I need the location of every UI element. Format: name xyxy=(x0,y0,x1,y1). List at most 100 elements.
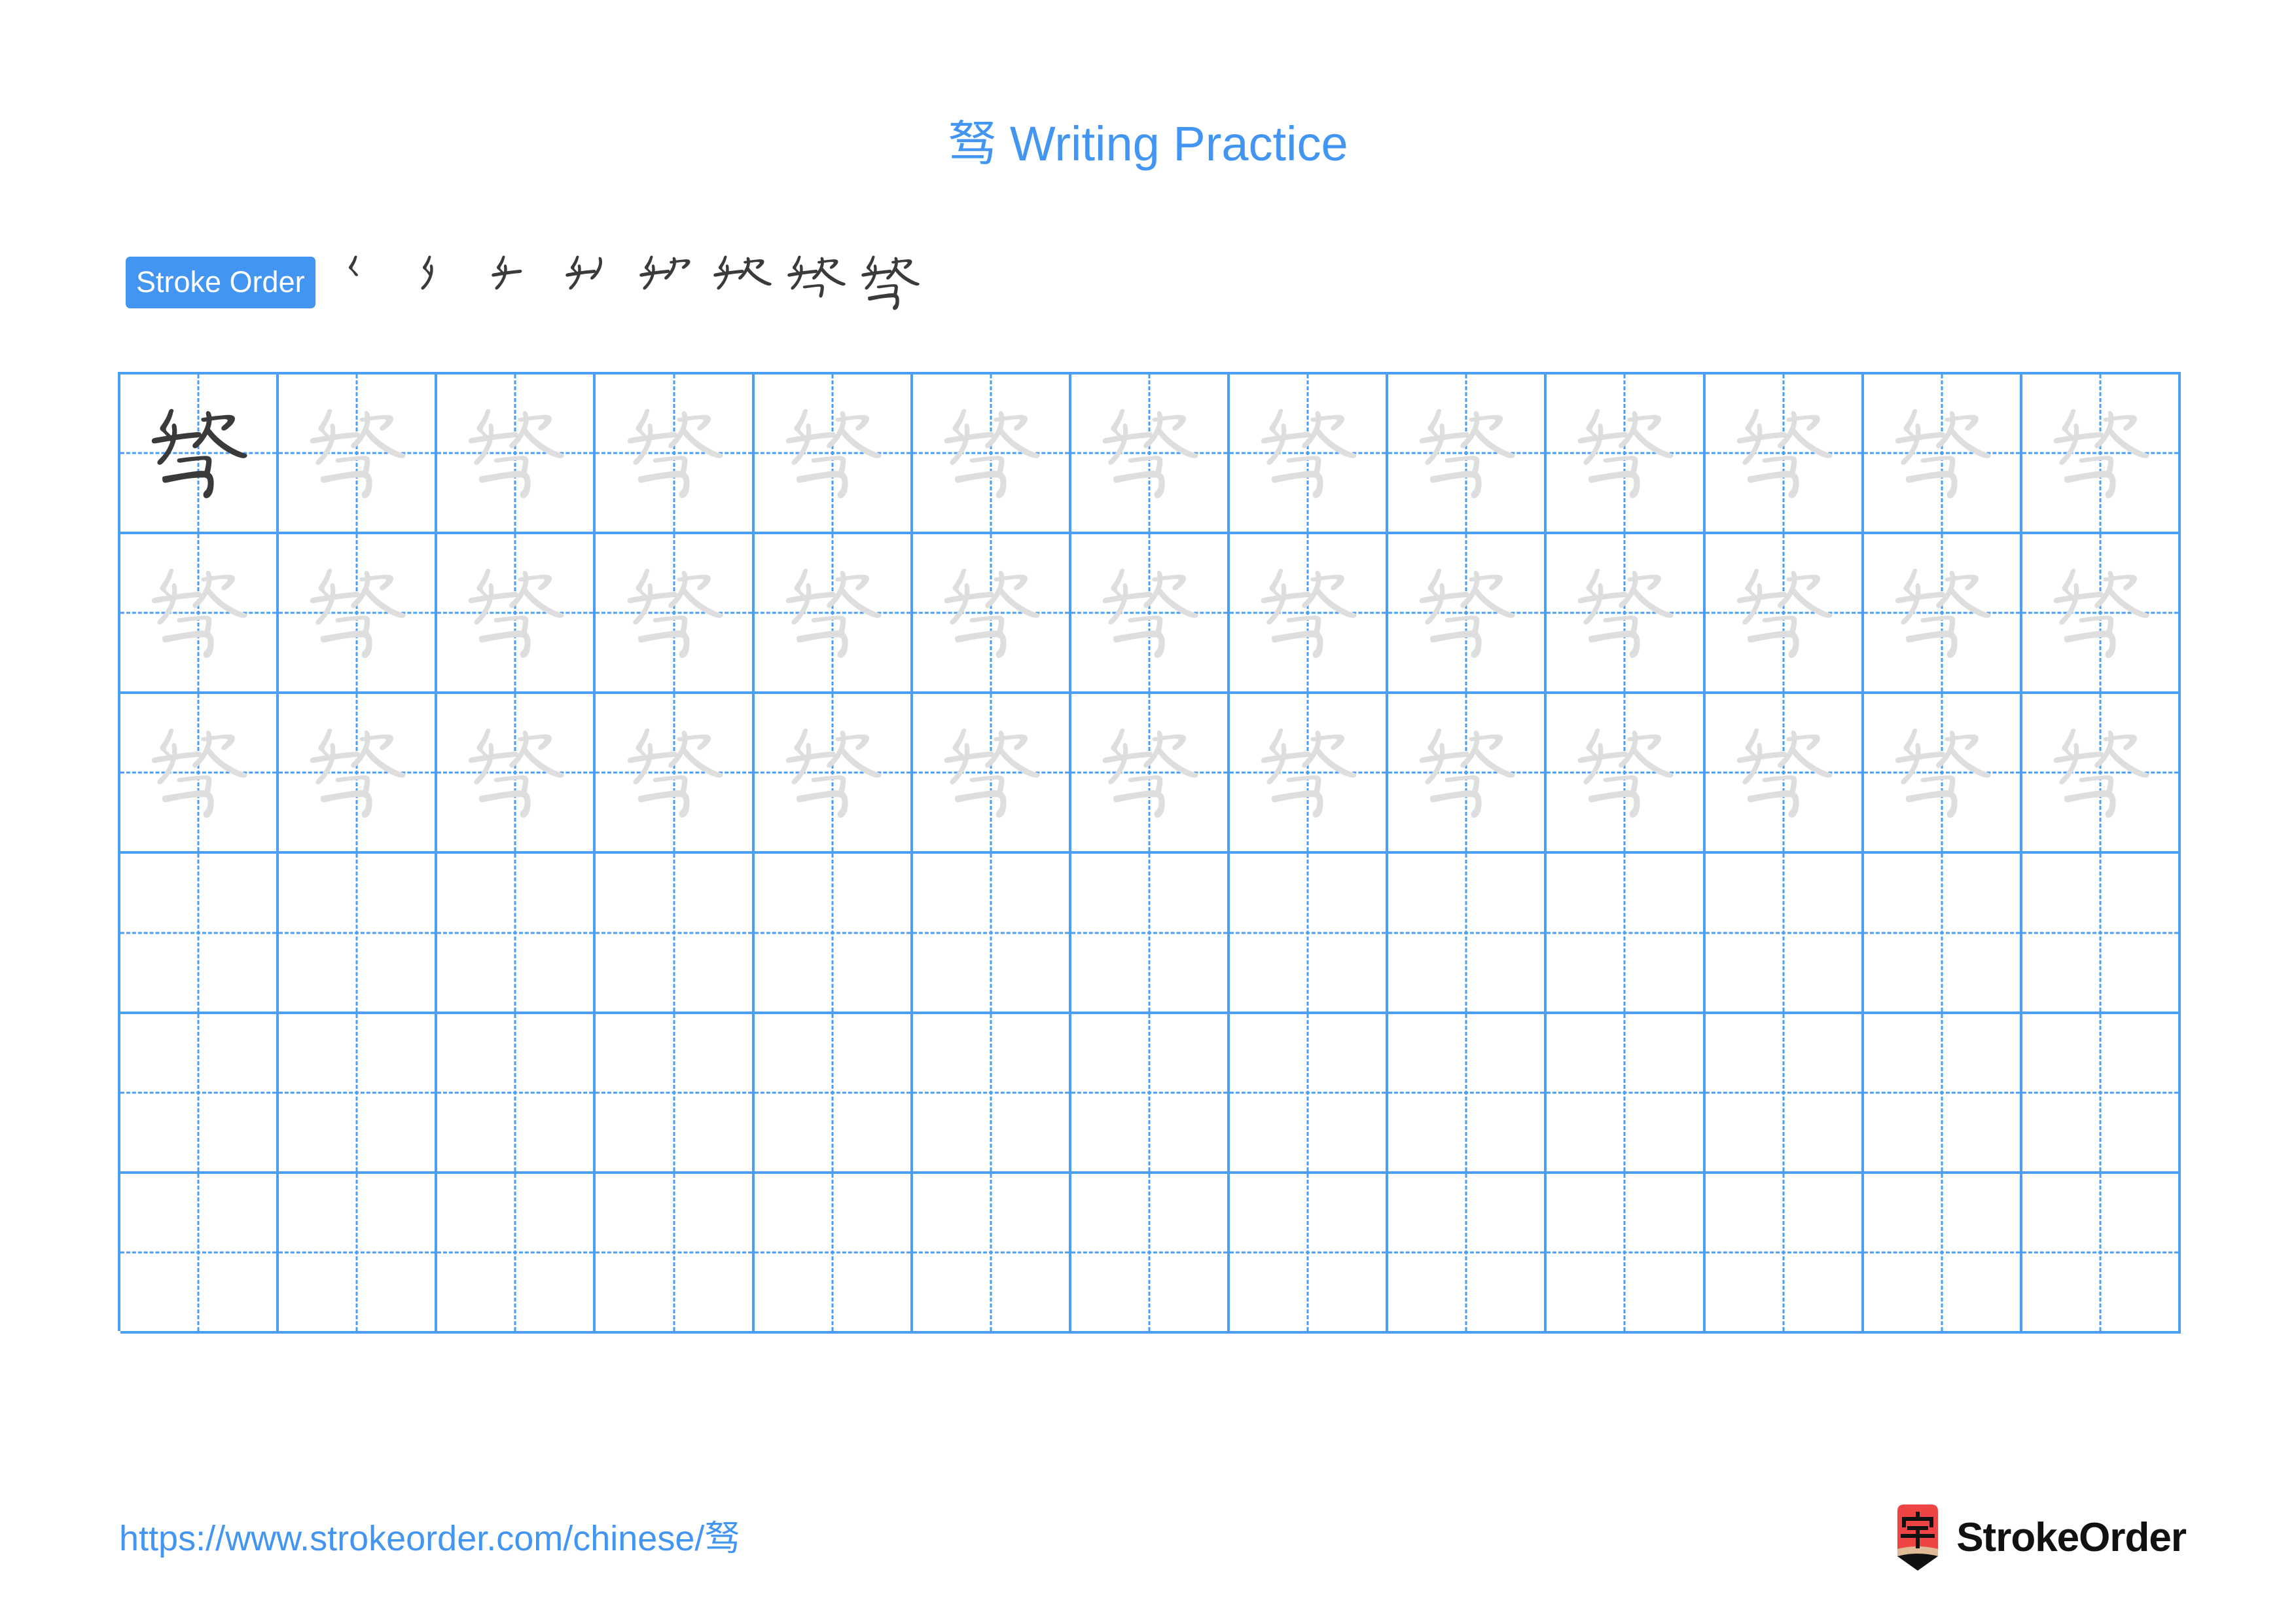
practice-cell-r1-c12[interactable] xyxy=(1863,374,2022,535)
practice-cell-r3-c2[interactable] xyxy=(279,694,438,854)
practice-cell-r6-c7[interactable] xyxy=(1071,1173,1230,1334)
practice-cell-r6-c3[interactable] xyxy=(437,1173,596,1334)
practice-cell-r4-c2[interactable] xyxy=(279,854,438,1014)
practice-cell-r1-c1[interactable] xyxy=(120,374,279,535)
traced-character xyxy=(279,694,435,851)
practice-cell-r1-c9[interactable] xyxy=(1388,374,1547,535)
practice-cell-r2-c6[interactable] xyxy=(912,534,1071,695)
practice-cell-r5-c6[interactable] xyxy=(912,1013,1071,1174)
practice-cell-r4-c4[interactable] xyxy=(596,854,755,1014)
practice-cell-r6-c12[interactable] xyxy=(1863,1173,2022,1334)
practice-cell-r4-c7[interactable] xyxy=(1071,854,1230,1014)
practice-cell-r2-c12[interactable] xyxy=(1863,534,2022,695)
practice-cell-r2-c8[interactable] xyxy=(1230,534,1389,695)
practice-cell-r5-c10[interactable] xyxy=(1547,1013,1706,1174)
practice-cell-r1-c10[interactable] xyxy=(1547,374,1706,535)
practice-cell-r6-c1[interactable] xyxy=(120,1173,279,1334)
pencil-logo-icon xyxy=(1893,1503,1942,1571)
practice-cell-r3-c11[interactable] xyxy=(1705,694,1864,854)
practice-cell-r5-c2[interactable] xyxy=(279,1013,438,1174)
practice-cell-r4-c13[interactable] xyxy=(2022,854,2181,1014)
practice-cell-r4-c9[interactable] xyxy=(1388,854,1547,1014)
practice-cell-r3-c12[interactable] xyxy=(1863,694,2022,854)
traced-character xyxy=(596,534,751,691)
practice-cell-r4-c3[interactable] xyxy=(437,854,596,1014)
practice-cell-r2-c7[interactable] xyxy=(1071,534,1230,695)
practice-cell-r6-c9[interactable] xyxy=(1388,1173,1547,1334)
model-character xyxy=(120,374,276,532)
practice-cell-r3-c6[interactable] xyxy=(912,694,1071,854)
practice-cell-r2-c5[interactable] xyxy=(754,534,913,695)
traced-character xyxy=(913,374,1069,532)
practice-cell-r2-c10[interactable] xyxy=(1547,534,1706,695)
practice-cell-r6-c6[interactable] xyxy=(912,1173,1071,1334)
practice-cell-r4-c5[interactable] xyxy=(754,854,913,1014)
practice-cell-r5-c13[interactable] xyxy=(2022,1013,2181,1174)
practice-cell-r5-c5[interactable] xyxy=(754,1013,913,1174)
practice-cell-r6-c8[interactable] xyxy=(1230,1173,1389,1334)
practice-cell-r5-c12[interactable] xyxy=(1863,1013,2022,1174)
traced-character xyxy=(913,694,1069,851)
practice-cell-r4-c12[interactable] xyxy=(1863,854,2022,1014)
stroke-step-5 xyxy=(631,252,705,312)
practice-cell-r2-c9[interactable] xyxy=(1388,534,1547,695)
practice-cell-r1-c13[interactable] xyxy=(2022,374,2181,535)
practice-cell-r1-c7[interactable] xyxy=(1071,374,1230,535)
traced-character xyxy=(1071,374,1227,532)
practice-cell-r2-c2[interactable] xyxy=(279,534,438,695)
practice-cell-r3-c9[interactable] xyxy=(1388,694,1547,854)
stroke-step-4 xyxy=(557,252,631,312)
practice-cell-r6-c11[interactable] xyxy=(1705,1173,1864,1334)
practice-cell-r1-c3[interactable] xyxy=(437,374,596,535)
practice-cell-r2-c4[interactable] xyxy=(596,534,755,695)
page-title: 驽 Writing Practice xyxy=(948,117,1348,171)
practice-cell-r5-c7[interactable] xyxy=(1071,1013,1230,1174)
practice-cell-r5-c8[interactable] xyxy=(1230,1013,1389,1174)
practice-cell-r3-c1[interactable] xyxy=(120,694,279,854)
practice-cell-r6-c4[interactable] xyxy=(596,1173,755,1334)
practice-grid-row xyxy=(120,374,2181,535)
practice-cell-r3-c8[interactable] xyxy=(1230,694,1389,854)
practice-cell-r5-c1[interactable] xyxy=(120,1013,279,1174)
practice-cell-r3-c10[interactable] xyxy=(1547,694,1706,854)
practice-cell-r3-c4[interactable] xyxy=(596,694,755,854)
practice-cell-r6-c13[interactable] xyxy=(2022,1173,2181,1334)
brand-name: StrokeOrder xyxy=(1956,1514,2187,1560)
traced-character xyxy=(1071,694,1227,851)
practice-cell-r3-c7[interactable] xyxy=(1071,694,1230,854)
practice-cell-r2-c11[interactable] xyxy=(1705,534,1864,695)
practice-cell-r2-c3[interactable] xyxy=(437,534,596,695)
practice-cell-r6-c2[interactable] xyxy=(279,1173,438,1334)
practice-cell-r5-c11[interactable] xyxy=(1705,1013,1864,1174)
traced-character xyxy=(1230,694,1386,851)
traced-character xyxy=(755,374,910,532)
brand-logo[interactable]: StrokeOrder xyxy=(1893,1498,2187,1577)
practice-cell-r6-c5[interactable] xyxy=(754,1173,913,1334)
practice-cell-r1-c6[interactable] xyxy=(912,374,1071,535)
practice-cell-r4-c8[interactable] xyxy=(1230,854,1389,1014)
practice-cell-r3-c13[interactable] xyxy=(2022,694,2181,854)
practice-cell-r6-c10[interactable] xyxy=(1547,1173,1706,1334)
traced-character xyxy=(1388,694,1544,851)
practice-cell-r5-c3[interactable] xyxy=(437,1013,596,1174)
practice-cell-r5-c9[interactable] xyxy=(1388,1013,1547,1174)
practice-cell-r1-c11[interactable] xyxy=(1705,374,1864,535)
practice-cell-r2-c1[interactable] xyxy=(120,534,279,695)
practice-cell-r1-c8[interactable] xyxy=(1230,374,1389,535)
practice-cell-r4-c10[interactable] xyxy=(1547,854,1706,1014)
practice-cell-r2-c13[interactable] xyxy=(2022,534,2181,695)
practice-cell-r1-c5[interactable] xyxy=(754,374,913,535)
practice-cell-r1-c4[interactable] xyxy=(596,374,755,535)
practice-cell-r4-c1[interactable] xyxy=(120,854,279,1014)
practice-cell-r4-c11[interactable] xyxy=(1705,854,1864,1014)
practice-cell-r3-c5[interactable] xyxy=(754,694,913,854)
traced-character xyxy=(2022,534,2178,691)
practice-cell-r1-c2[interactable] xyxy=(279,374,438,535)
practice-cell-r3-c3[interactable] xyxy=(437,694,596,854)
practice-grid-row xyxy=(120,534,2181,695)
traced-character xyxy=(1706,694,1861,851)
footer-url[interactable]: https://www.strokeorder.com/chinese/驽 xyxy=(119,1509,740,1561)
practice-cell-r4-c6[interactable] xyxy=(912,854,1071,1014)
practice-cell-r5-c4[interactable] xyxy=(596,1013,755,1174)
practice-grid-row xyxy=(120,694,2181,854)
